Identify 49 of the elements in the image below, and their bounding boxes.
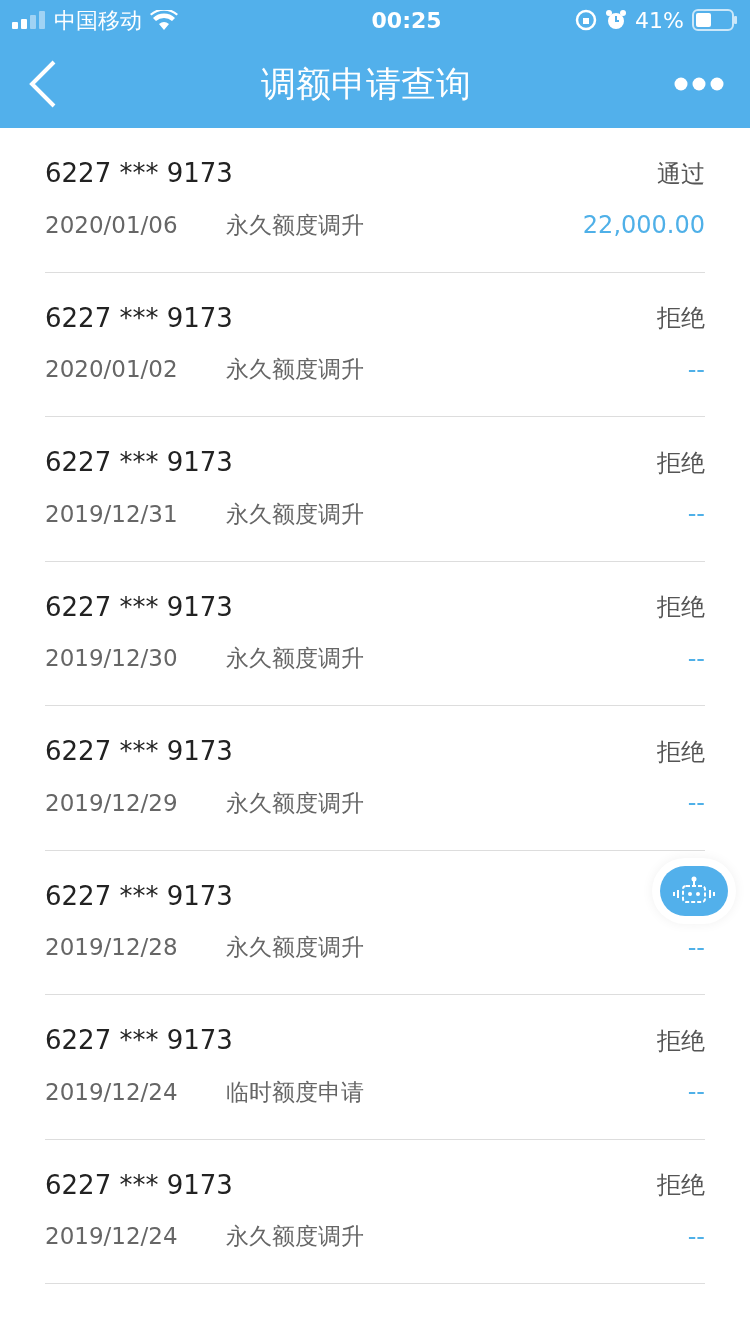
application-type: 永久额度调升 [225,499,364,529]
status-label: 拒绝 [657,592,705,623]
application-type: 临时额度申请 [225,1077,364,1107]
application-type: 永久额度调升 [225,210,364,240]
wifi-icon [150,10,178,30]
approved-amount: -- [687,1077,705,1108]
application-date: 2019/12/24 [45,1077,178,1107]
application-type: 永久额度调升 [225,355,364,385]
card-number: 6227 *** 9173 [45,446,233,479]
card-number: 6227 *** 9173 [45,879,233,913]
application-date: 2020/01/06 [45,210,178,240]
card-number: 6227 *** 9173 [45,157,233,190]
application-date: 2019/12/29 [45,788,178,818]
status-label: 拒绝 [657,1025,705,1057]
application-date: 2019/12/31 [45,499,178,529]
status-label: 拒绝 [657,1170,705,1201]
card-number: 6227 *** 9173 [45,1024,233,1057]
application-type: 永久额度调升 [225,933,364,963]
application-date: 2019/12/30 [45,644,178,674]
battery-icon [692,9,738,31]
status-label: 通过 [657,158,705,190]
card-number: 6227 *** 9173 [45,1168,233,1202]
approved-amount: -- [687,643,705,675]
status-label: 拒绝 [657,303,705,334]
approved-amount: -- [687,354,705,386]
approved-amount: 22,000.00 [582,210,705,241]
application-type: 永久额度调升 [225,788,364,818]
robot-icon [671,876,717,906]
application-date: 2019/12/28 [45,933,178,963]
approved-amount: -- [687,1221,705,1253]
more-icon[interactable] [674,77,724,91]
approved-amount: -- [687,932,705,964]
approved-amount: -- [687,499,705,530]
card-number: 6227 *** 9173 [45,735,233,768]
application-date: 2019/12/24 [45,1222,178,1252]
alarm-icon [605,9,628,31]
card-number: 6227 *** 9173 [45,590,233,624]
approved-amount: -- [687,788,705,819]
carrier-name: 中国移动 [54,6,142,35]
page-title: 调额申请查询 [261,62,471,106]
clock-time: 00:25 [371,6,442,35]
application-date: 2020/01/02 [45,355,178,385]
battery-percent: 41% [635,6,684,35]
signal-icon [12,11,46,29]
status-label: 拒绝 [657,736,705,768]
application-type: 永久额度调升 [225,1222,364,1252]
status-label: 拒绝 [657,447,705,479]
card-number: 6227 *** 9173 [45,301,233,335]
application-type: 永久额度调升 [225,644,364,674]
